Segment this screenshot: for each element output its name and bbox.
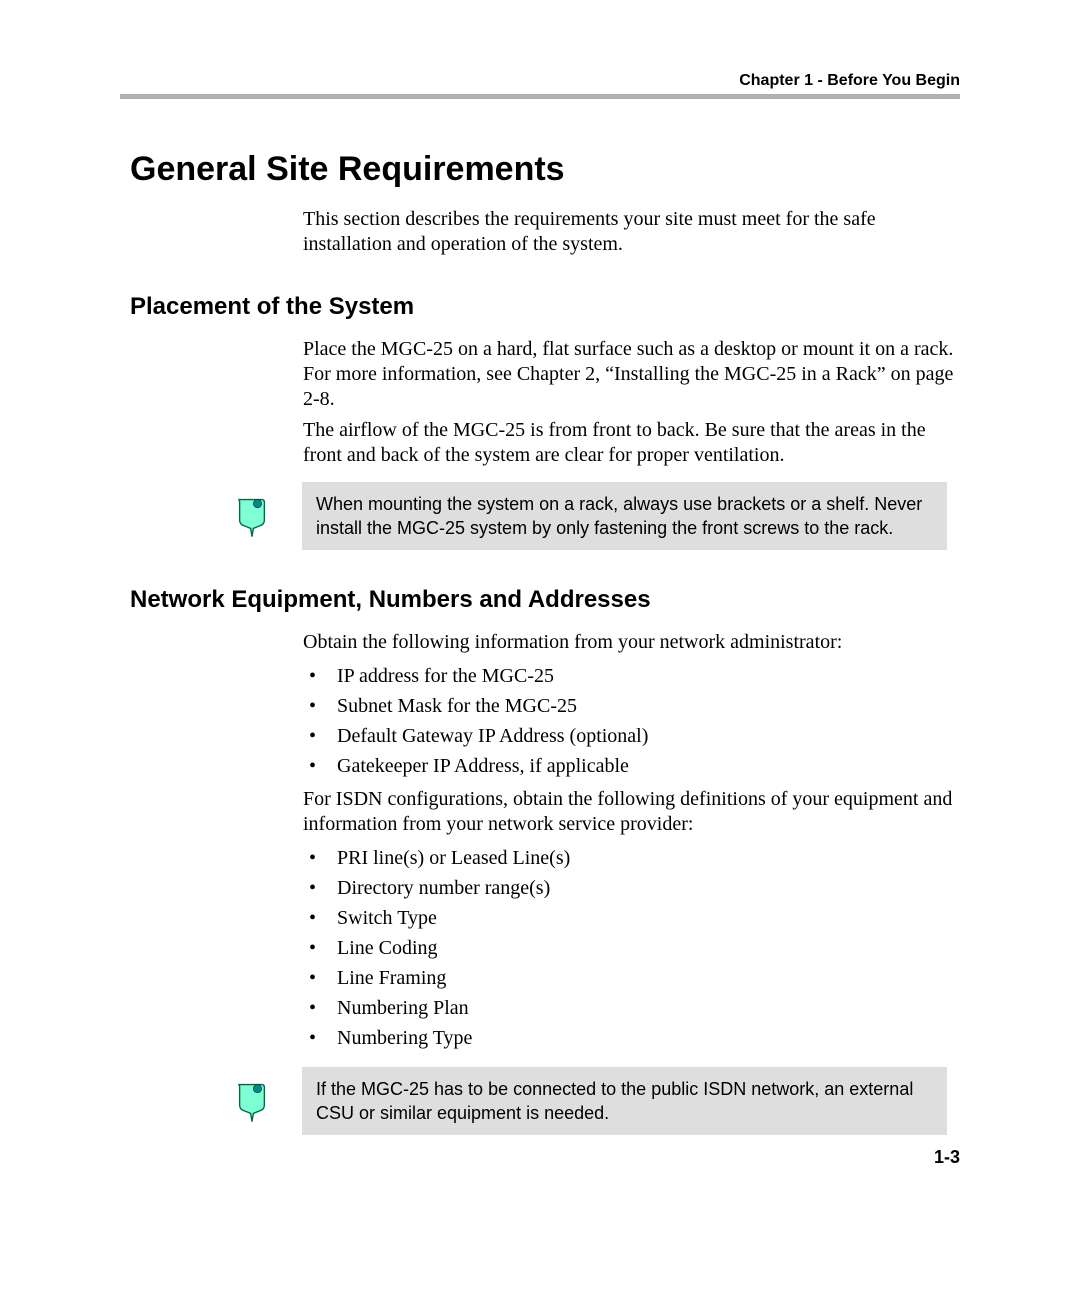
list-item: Switch Type xyxy=(303,903,963,933)
network-list-2: PRI line(s) or Leased Line(s) Directory … xyxy=(303,843,963,1053)
list-item: PRI line(s) or Leased Line(s) xyxy=(303,843,963,873)
network-note: If the MGC-25 has to be connected to the… xyxy=(302,1067,947,1135)
list-item: Subnet Mask for the MGC-25 xyxy=(303,691,963,721)
network-p2: For ISDN configurations, obtain the foll… xyxy=(303,787,963,837)
pushpin-icon xyxy=(230,494,274,538)
page-number: 1-3 xyxy=(934,1147,960,1168)
list-item: IP address for the MGC-25 xyxy=(303,661,963,691)
list-item: Line Framing xyxy=(303,963,963,993)
list-item: Gatekeeper IP Address, if applicable xyxy=(303,751,963,781)
placement-note: When mounting the system on a rack, alwa… xyxy=(302,482,947,550)
page-content: General Site Requirements This section d… xyxy=(120,150,960,1135)
list-item: Default Gateway IP Address (optional) xyxy=(303,721,963,751)
placement-note-row: When mounting the system on a rack, alwa… xyxy=(230,482,962,550)
intro-paragraph: This section describes the requirements … xyxy=(303,207,963,257)
document-page: Chapter 1 - Before You Begin General Sit… xyxy=(0,0,1080,1306)
list-item: Numbering Plan xyxy=(303,993,963,1023)
network-note-row: If the MGC-25 has to be connected to the… xyxy=(230,1067,962,1135)
intro-block: This section describes the requirements … xyxy=(303,207,963,257)
placement-heading: Placement of the System xyxy=(130,293,960,321)
list-item: Directory number range(s) xyxy=(303,873,963,903)
placement-p1: Place the MGC-25 on a hard, flat surface… xyxy=(303,337,963,412)
placement-p2: The airflow of the MGC-25 is from front … xyxy=(303,418,963,468)
network-p1: Obtain the following information from yo… xyxy=(303,630,963,655)
chapter-header: Chapter 1 - Before You Begin xyxy=(739,72,960,90)
network-heading: Network Equipment, Numbers and Addresses xyxy=(130,586,960,614)
list-item: Line Coding xyxy=(303,933,963,963)
header-rule xyxy=(120,94,960,99)
placement-body: Place the MGC-25 on a hard, flat surface… xyxy=(303,337,963,468)
list-item: Numbering Type xyxy=(303,1023,963,1053)
page-title: General Site Requirements xyxy=(130,150,960,189)
pushpin-icon xyxy=(230,1079,274,1123)
network-body: Obtain the following information from yo… xyxy=(303,630,963,1053)
network-list-1: IP address for the MGC-25 Subnet Mask fo… xyxy=(303,661,963,781)
